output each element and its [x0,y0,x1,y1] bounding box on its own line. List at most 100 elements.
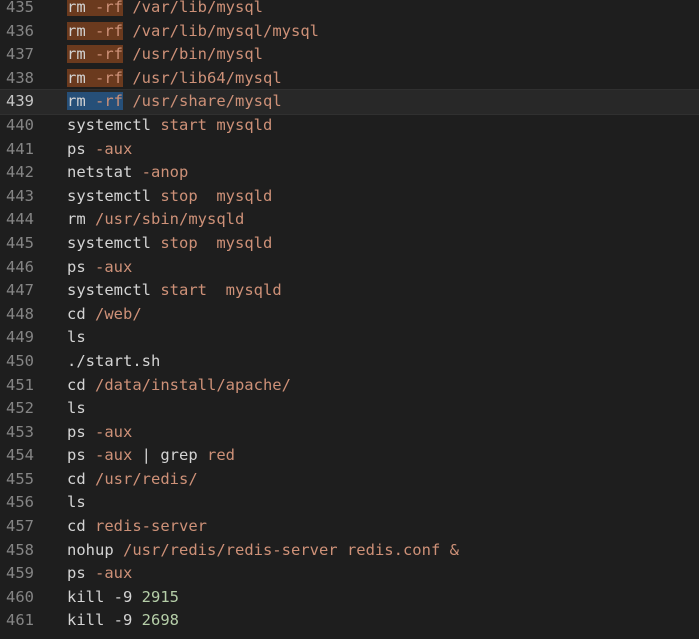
code-line[interactable]: 449 ls [0,326,699,350]
code-line[interactable]: 444 rm /usr/sbin/mysqld [0,208,699,232]
code-line[interactable]: 459 ps -aux [0,562,699,586]
code-line[interactable]: 451 cd /data/install/apache/ [0,374,699,398]
code-line[interactable]: 455 cd /usr/redis/ [0,468,699,492]
code-line[interactable]: 439 rm -rf /usr/share/mysql [0,89,699,115]
line-code[interactable]: cd /web/ [67,303,142,327]
code-line[interactable]: 453 ps -aux [0,421,699,445]
code-token: stop mysqld [151,233,273,252]
code-line[interactable]: 447 systemctl start mysqld [0,279,699,303]
line-code[interactable]: ps -aux [67,562,132,586]
code-line[interactable]: 456 ls [0,491,699,515]
code-line[interactable]: 441 ps -aux [0,138,699,162]
line-code[interactable]: cd /data/install/apache/ [67,374,291,398]
line-code[interactable]: ps -aux [67,256,132,280]
code-line[interactable]: 443 systemctl stop mysqld [0,185,699,209]
highlighted-token [85,45,96,64]
code-line[interactable]: 458 nohup /usr/redis/redis-server redis.c… [0,539,699,563]
code-token: cd [67,469,86,488]
line-number: 454 [6,446,34,465]
code-token: /data/install/apache/ [85,375,291,394]
code-token: -aux [85,564,133,583]
line-code[interactable]: rm -rf /usr/bin/mysql [67,43,263,67]
code-line[interactable]: 440 systemctl start mysqld [0,114,699,138]
code-line[interactable]: 437 rm -rf /usr/bin/mysql [0,43,699,67]
code-line[interactable]: 438 rm -rf /usr/lib64/mysql [0,67,699,91]
line-code[interactable]: ls [67,397,86,421]
line-code[interactable]: systemctl stop mysqld [67,232,272,256]
highlighted-token: -rf [95,0,124,16]
line-code[interactable]: rm -rf /usr/share/mysql [67,90,282,114]
line-number: 446 [6,257,34,276]
line-number: 461 [6,611,34,630]
line-number: 436 [6,21,34,40]
line-code[interactable]: rm -rf /usr/lib64/mysql [67,67,282,91]
line-code[interactable]: ps -aux [67,138,132,162]
code-token: -anop [132,163,189,182]
code-line[interactable]: 460 kill -9 2915 [0,586,699,610]
code-token: /usr/share/mysql [123,92,282,111]
code-token: kill [67,611,105,630]
line-code[interactable]: ls [67,326,86,350]
highlighted-token: -rf [95,92,124,111]
line-code[interactable]: systemctl stop mysqld [67,185,272,209]
line-number: 445 [6,233,34,252]
line-number: 438 [6,68,34,87]
line-code[interactable]: kill -9 2698 [67,609,179,633]
code-line[interactable]: 461 kill -9 2698 [0,609,699,633]
code-token: start mysqld [151,115,273,134]
line-number: 447 [6,281,34,300]
highlighted-token [85,68,96,87]
line-number: 450 [6,351,34,370]
code-line[interactable]: 435 rm -rf /var/lib/mysql [0,0,699,20]
line-code[interactable]: rm -rf /var/lib/mysql [67,0,263,20]
code-token: systemctl [67,115,151,134]
line-number: 452 [6,399,34,418]
line-code[interactable]: rm /usr/sbin/mysqld [67,208,244,232]
code-token: nohup [67,540,114,559]
line-number: 437 [6,45,34,64]
line-number: 442 [6,163,34,182]
code-token: start mysqld [151,281,282,300]
line-code[interactable]: cd /usr/redis/ [67,468,198,492]
line-number: 440 [6,115,34,134]
code-line[interactable]: 450 ./start.sh [0,350,699,374]
line-code[interactable]: ps -aux | grep red [67,444,235,468]
line-number: 460 [6,587,34,606]
code-token: 2915 [141,587,179,606]
highlighted-token: -rf [95,45,124,64]
code-token: systemctl [67,281,151,300]
line-code[interactable]: ./start.sh [67,350,160,374]
code-line[interactable]: 436 rm -rf /var/lib/mysql/mysql [0,20,699,44]
code-token: -aux [85,422,133,441]
code-token: ./start.sh [67,351,161,370]
code-line[interactable]: 445 systemctl stop mysqld [0,232,699,256]
code-line[interactable]: 454 ps -aux | grep red [0,444,699,468]
highlighted-token: rm [67,92,86,111]
code-token: ls [67,328,86,347]
code-token: systemctl [67,186,151,205]
code-token: /usr/redis/ [85,469,198,488]
code-line[interactable]: 457 cd redis-server [0,515,699,539]
code-line[interactable]: 452 ls [0,397,699,421]
line-code[interactable]: rm -rf /var/lib/mysql/mysql [67,20,319,44]
line-code[interactable]: nohup /usr/redis/redis-server redis.conf… [67,539,459,563]
code-line[interactable]: 442 netstat -anop [0,161,699,185]
line-code[interactable]: cd redis-server [67,515,207,539]
line-code[interactable]: kill -9 2915 [67,586,179,610]
line-number: 439 [6,92,34,111]
line-code[interactable]: ps -aux [67,421,132,445]
code-token: kill [67,587,105,606]
line-code[interactable]: systemctl start mysqld [67,279,282,303]
line-code[interactable]: systemctl start mysqld [67,114,272,138]
highlighted-token: -rf [95,68,124,87]
code-token: /usr/sbin/mysqld [85,210,245,229]
code-token: cd [67,304,86,323]
code-line[interactable]: 448 cd /web/ [0,303,699,327]
code-line[interactable]: 446 ps -aux [0,256,699,280]
line-code[interactable]: ls [67,491,86,515]
code-editor[interactable]: 435 rm -rf /var/lib/mysql 436 rm -rf /var/l… [0,0,699,633]
code-token: red [197,446,235,465]
line-number: 435 [6,0,34,16]
line-code[interactable]: netstat -anop [67,161,188,185]
code-token: rm [67,210,86,229]
